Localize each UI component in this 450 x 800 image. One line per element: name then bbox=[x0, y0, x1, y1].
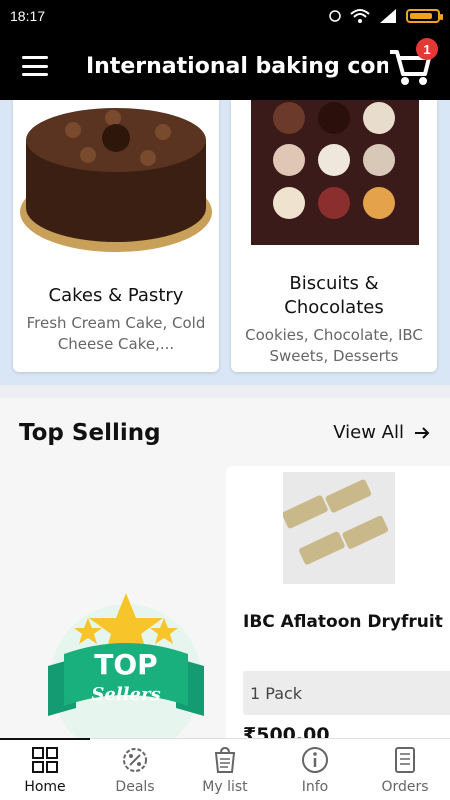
battery-level bbox=[410, 13, 433, 19]
badge-top-text: TOP bbox=[94, 648, 157, 681]
section-title: Top Selling bbox=[19, 420, 161, 446]
signal-icon bbox=[380, 9, 396, 23]
cake-image bbox=[13, 100, 219, 260]
product-image bbox=[283, 472, 395, 584]
chocolate-box-image bbox=[231, 100, 437, 260]
app-header: International baking comp 1 bbox=[0, 32, 450, 100]
category-title: Cakes & Pastry bbox=[48, 285, 184, 306]
status-icons bbox=[328, 8, 443, 24]
nav-label: Deals bbox=[115, 779, 155, 795]
product-price: ₹500.00 bbox=[243, 724, 330, 738]
cart-button[interactable]: 1 bbox=[388, 38, 438, 88]
view-all-label: View All bbox=[333, 422, 404, 443]
category-subtitle-line2: Sweets, Desserts bbox=[269, 347, 399, 365]
orders-icon bbox=[395, 747, 415, 773]
nav-label: My list bbox=[202, 779, 248, 795]
nav-label: Orders bbox=[381, 779, 429, 795]
product-name: IBC Aflatoon Dryfruit bbox=[243, 612, 443, 632]
top-selling-section: Top Selling View All TOP Sellers IBC Afl… bbox=[0, 398, 450, 738]
pack-select[interactable]: 1 Pack bbox=[243, 671, 450, 715]
nav-label: Home bbox=[24, 779, 66, 795]
nav-item-my-list[interactable]: My list bbox=[180, 739, 270, 800]
status-time: 18:17 bbox=[10, 8, 46, 24]
bottom-navigation: Home Deals My list Info Orders bbox=[0, 738, 450, 800]
nav-item-info[interactable]: Info bbox=[270, 739, 360, 800]
hamburger-menu-icon[interactable] bbox=[22, 56, 48, 76]
nav-item-orders[interactable]: Orders bbox=[360, 739, 450, 800]
cart-count-badge: 1 bbox=[416, 38, 438, 60]
home-grid-icon bbox=[32, 747, 58, 773]
category-section: Cakes & Pastry Fresh Cream Cake, Cold Ch… bbox=[0, 100, 450, 385]
app-title: International baking comp bbox=[86, 53, 388, 79]
wifi-icon bbox=[350, 9, 370, 23]
nav-item-home[interactable]: Home bbox=[0, 738, 90, 800]
arrow-right-icon bbox=[415, 426, 430, 439]
alarm-icon bbox=[329, 10, 341, 22]
product-card[interactable]: IBC Aflatoon Dryfruit 1 Pack ₹500.00 bbox=[226, 466, 450, 738]
nav-item-deals[interactable]: Deals bbox=[90, 739, 180, 800]
info-icon bbox=[302, 747, 328, 773]
discount-icon bbox=[123, 748, 147, 772]
shopping-list-icon bbox=[214, 746, 236, 773]
status-bar: 18:17 bbox=[0, 0, 450, 32]
category-subtitle-line1: Cookies, Chocolate, IBC bbox=[245, 326, 423, 344]
category-title-line2: Chocolates bbox=[284, 297, 384, 318]
section-divider bbox=[0, 385, 450, 398]
category-title-line1: Biscuits & bbox=[289, 273, 379, 294]
badge-sellers-text: Sellers bbox=[91, 684, 160, 705]
nav-label: Info bbox=[301, 779, 329, 795]
battery-icon bbox=[406, 9, 443, 23]
view-all-link[interactable]: View All bbox=[333, 422, 430, 443]
category-card-biscuits[interactable]: Biscuits & Chocolates Cookies, Chocolate… bbox=[231, 100, 437, 372]
category-card-cakes[interactable]: Cakes & Pastry Fresh Cream Cake, Cold Ch… bbox=[13, 100, 219, 372]
category-subtitle: Fresh Cream Cake, Cold Cheese Cake,... bbox=[26, 314, 206, 353]
top-sellers-badge: TOP Sellers bbox=[48, 593, 204, 738]
